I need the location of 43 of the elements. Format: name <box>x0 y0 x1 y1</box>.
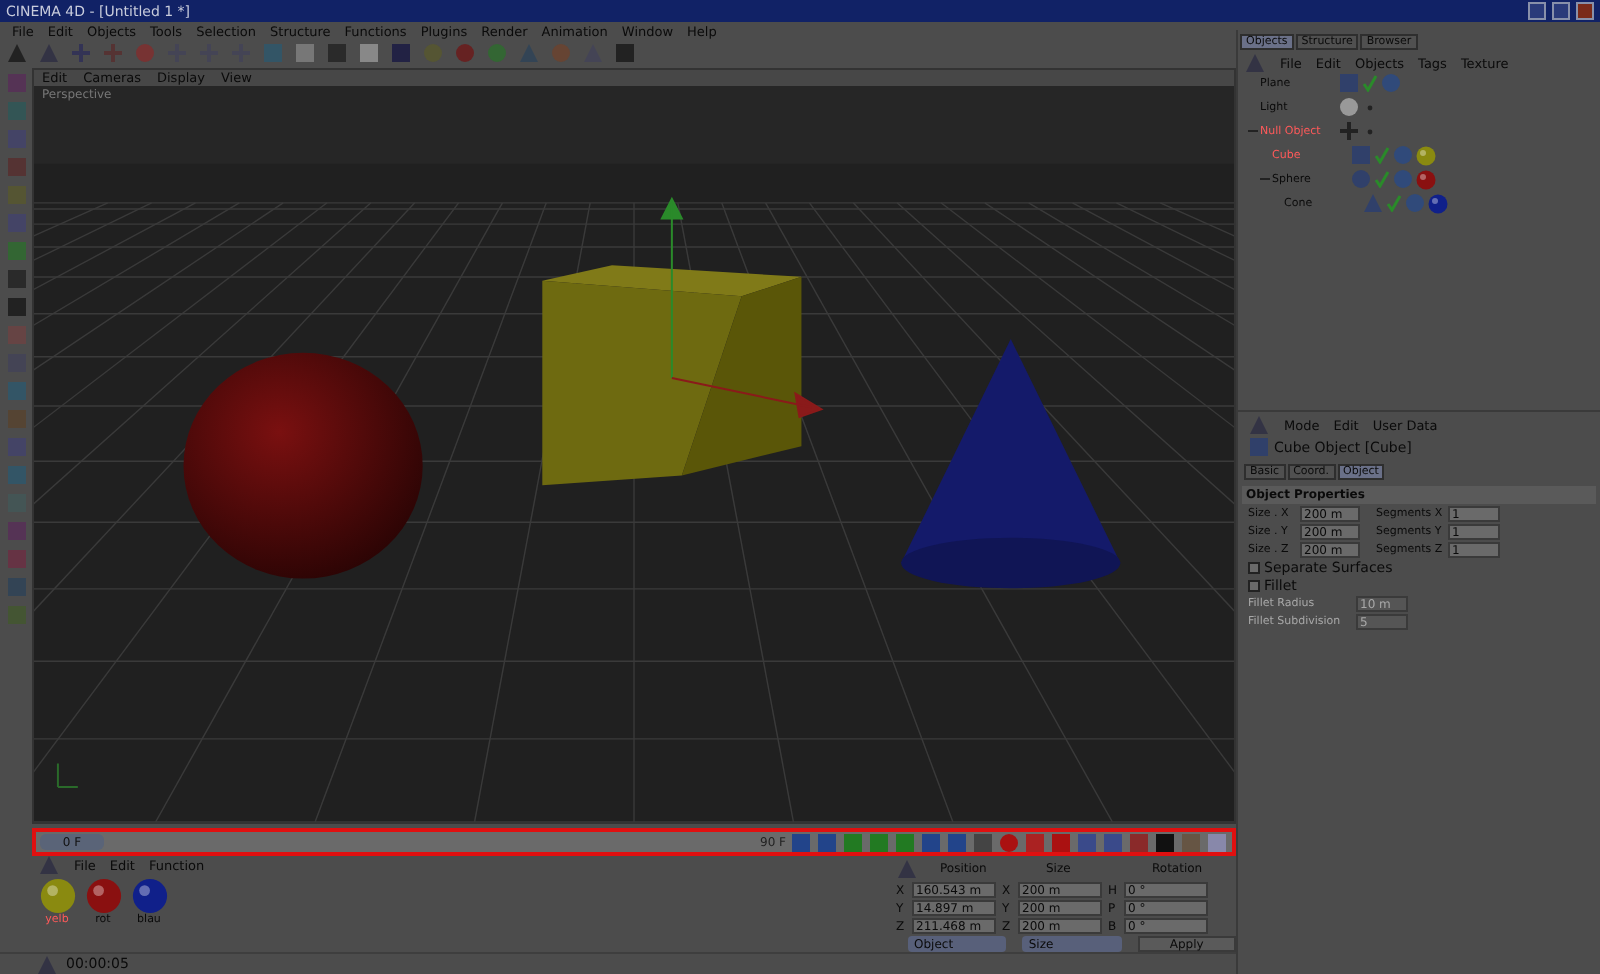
playback-icon[interactable] <box>790 831 812 853</box>
tool-icon[interactable] <box>5 604 27 626</box>
playback-icon[interactable] <box>1102 831 1124 853</box>
minus-icon[interactable] <box>1260 174 1270 184</box>
restore-button[interactable] <box>1552 2 1570 20</box>
sphere-icon[interactable] <box>1350 168 1372 190</box>
tool-icon[interactable] <box>5 520 27 542</box>
tool-icon[interactable] <box>5 548 27 570</box>
cone-icon[interactable] <box>1362 192 1384 214</box>
tool-icon[interactable] <box>5 408 27 430</box>
checkbox[interactable] <box>1248 580 1260 592</box>
tool-icon[interactable] <box>5 268 27 290</box>
minimize-button[interactable] <box>1528 2 1546 20</box>
axis-gizmo-icon <box>56 762 79 788</box>
x-axis-arrow-icon <box>670 377 824 418</box>
tag-icon[interactable] <box>1392 168 1414 190</box>
playback-icon[interactable] <box>1076 831 1098 853</box>
playback-icon[interactable] <box>816 831 838 853</box>
tool-icon[interactable] <box>5 576 27 598</box>
playback-icon[interactable] <box>1154 831 1176 853</box>
playback-icon[interactable] <box>1128 831 1150 853</box>
y-axis-arrow-icon <box>660 196 683 380</box>
minus-icon[interactable] <box>1248 126 1258 136</box>
tool-icon[interactable] <box>5 436 27 458</box>
checkbox[interactable] <box>1248 562 1260 574</box>
tool-icon[interactable] <box>5 128 27 150</box>
tool-icon[interactable] <box>5 100 27 122</box>
tool-icon[interactable] <box>5 240 27 262</box>
tool-icon[interactable] <box>5 464 27 486</box>
tool-icon[interactable] <box>5 324 27 346</box>
tag-icon[interactable] <box>1392 144 1414 166</box>
playback-icon[interactable] <box>972 831 994 853</box>
tool-icon[interactable] <box>5 380 27 402</box>
tool-icon[interactable] <box>5 296 27 318</box>
tool-icon[interactable] <box>5 184 27 206</box>
close-button[interactable] <box>1576 2 1594 20</box>
playback-icon[interactable] <box>920 831 942 853</box>
tag-icon[interactable] <box>1404 192 1426 214</box>
tag-icon[interactable] <box>1380 72 1402 94</box>
tool-icon[interactable] <box>5 212 27 234</box>
tool-icon[interactable] <box>5 72 27 94</box>
tool-icon[interactable] <box>5 156 27 178</box>
playback-icon[interactable] <box>946 831 968 853</box>
